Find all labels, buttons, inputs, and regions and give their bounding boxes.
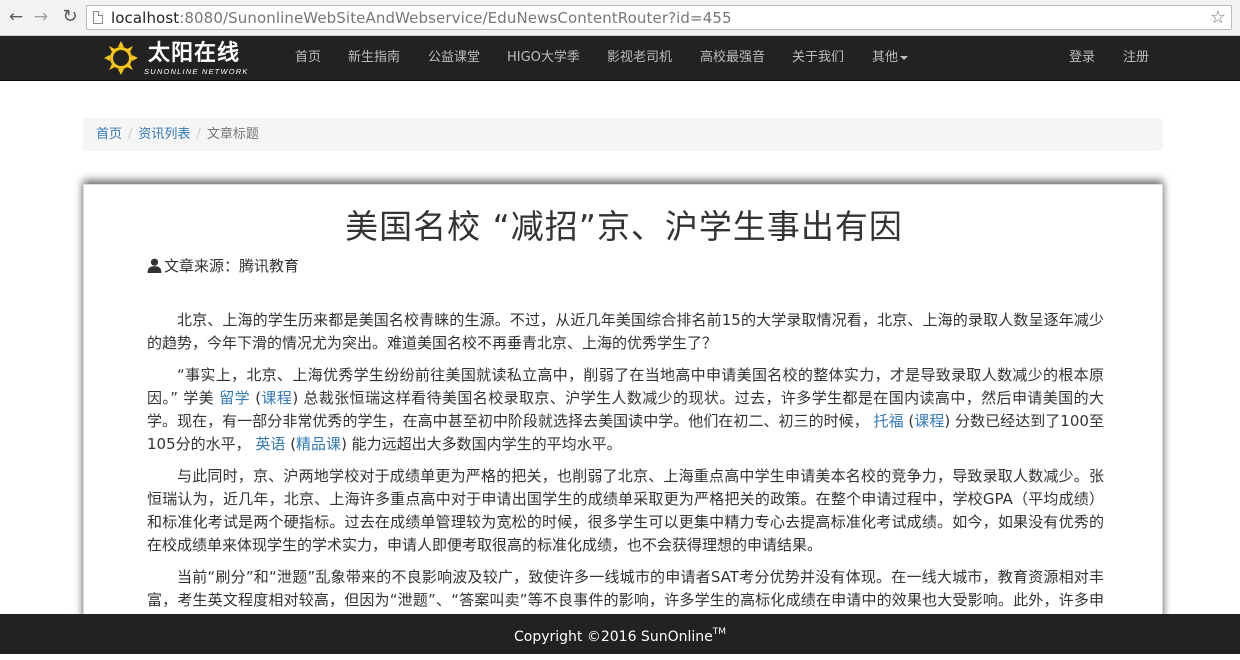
link-study-abroad[interactable]: 留学: [219, 389, 250, 407]
site-footer: Copyright ©2016 SunOnlineTM: [0, 614, 1240, 654]
address-bar[interactable]: localhost:8080/SunonlineWebSiteAndWebser…: [86, 5, 1232, 30]
browser-toolbar: ← → ↻ localhost:8080/SunonlineWebSiteAnd…: [0, 0, 1240, 36]
sun-logo-icon: [104, 41, 138, 75]
url-text[interactable]: localhost:8080/SunonlineWebSiteAndWebser…: [111, 9, 732, 27]
nav-higo-season[interactable]: HIGO大学季: [507, 36, 580, 81]
breadcrumb-current: 文章标题: [206, 127, 259, 142]
link-english[interactable]: 英语: [255, 435, 285, 453]
breadcrumb-home[interactable]: 首页: [96, 127, 122, 142]
site-logo[interactable]: 太阳在线 SUNONLINE NETWORK: [104, 39, 282, 79]
page-icon: [93, 11, 103, 24]
nav-freshman-guide[interactable]: 新生指南: [348, 36, 400, 81]
link-premium-course[interactable]: 精品课: [296, 435, 341, 453]
reload-icon[interactable]: ↻: [60, 7, 80, 27]
breadcrumb: 首页 / 资讯列表 / 文章标题: [83, 118, 1163, 151]
nav-other-dropdown[interactable]: 其他: [872, 36, 909, 81]
site-navbar: 太阳在线 SUNONLINE NETWORK 首页 新生指南 公益课堂 HIGO…: [0, 36, 1240, 81]
caret-down-icon: [900, 55, 909, 60]
link-course[interactable]: 课程: [261, 389, 292, 407]
article-content: 北京、上海的学生历来都是美国名校青睐的生源。不过，从近几年美国综合排名前15的大…: [147, 309, 1104, 623]
logo-subtitle: SUNONLINE NETWORK: [144, 67, 249, 76]
paragraph-1: 北京、上海的学生历来都是美国名校青睐的生源。不过，从近几年美国综合排名前15的大…: [147, 311, 1104, 352]
breadcrumb-separator: /: [196, 127, 201, 142]
user-icon: [147, 258, 162, 273]
paragraph-3: 与此同时，京、沪两地学校对于成绩单更为严格的把关，也削弱了北京、上海重点高中学生…: [147, 467, 1104, 554]
link-toefl[interactable]: 托福: [874, 412, 904, 430]
nav-about-us[interactable]: 关于我们: [792, 36, 844, 81]
register-link[interactable]: 注册: [1123, 36, 1149, 81]
logo-title: 太阳在线: [148, 41, 241, 66]
star-icon[interactable]: ☆: [1210, 7, 1226, 29]
arrow-right-icon[interactable]: →: [31, 7, 51, 27]
article-card: 美国名校 “减招”京、沪学生事出有因 文章来源：腾讯教育 北京、上海的学生历来都…: [83, 184, 1163, 624]
trademark: TM: [712, 627, 726, 637]
article-title: 美国名校 “减招”京、沪学生事出有因: [345, 207, 903, 246]
nav-public-class[interactable]: 公益课堂: [428, 36, 480, 81]
copyright-text: Copyright ©2016 SunOnline: [514, 629, 713, 645]
login-link[interactable]: 登录: [1069, 36, 1095, 81]
nav-home[interactable]: 首页: [295, 36, 321, 81]
paragraph-2: “事实上，北京、上海优秀学生纷纷前往美国就读私立高中，削弱了在当地高中申请美国名…: [147, 366, 1104, 453]
nav-campus-voice[interactable]: 高校最强音: [700, 36, 765, 81]
nav-film-driver[interactable]: 影视老司机: [607, 36, 672, 81]
breadcrumb-separator: /: [128, 127, 133, 142]
link-course[interactable]: 课程: [914, 412, 944, 430]
article-source: 文章来源：腾讯教育: [147, 255, 299, 277]
article-source-text: 文章来源：腾讯教育: [164, 257, 300, 275]
arrow-left-icon[interactable]: ←: [6, 7, 26, 27]
breadcrumb-news-list[interactable]: 资讯列表: [138, 127, 190, 142]
